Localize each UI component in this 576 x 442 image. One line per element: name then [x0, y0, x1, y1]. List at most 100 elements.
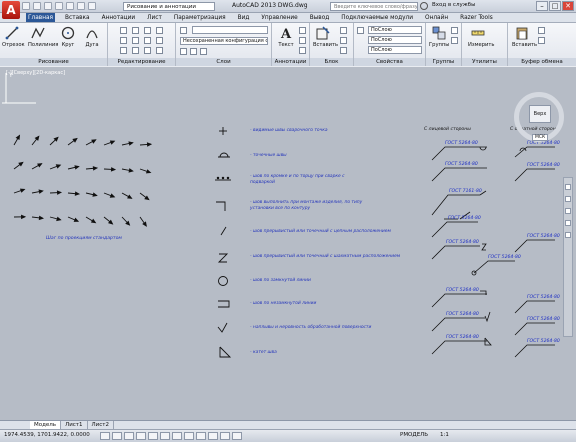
lineweight-dropdown[interactable]: ПоСлою — [368, 46, 422, 54]
tab-sheet1[interactable]: Лист1 — [61, 421, 88, 429]
sign-in-link[interactable]: Вход в службы — [432, 2, 475, 8]
zoom-icon[interactable] — [565, 208, 571, 214]
panel-modify-label[interactable]: Редактирование — [108, 58, 175, 66]
steering-wheel-icon[interactable] — [565, 184, 571, 190]
ortho-toggle[interactable] — [124, 432, 134, 440]
grid-toggle[interactable] — [112, 432, 122, 440]
application-menu-button[interactable]: A — [2, 1, 20, 19]
save-as-icon[interactable] — [55, 2, 63, 10]
dyn-toggle[interactable] — [196, 432, 206, 440]
showmotion-icon[interactable] — [565, 232, 571, 238]
pan-icon[interactable] — [565, 196, 571, 202]
scale-icon[interactable] — [132, 47, 139, 54]
panel-properties-label[interactable]: Свойства — [354, 58, 425, 66]
print-icon[interactable] — [66, 2, 74, 10]
copy-clip-icon[interactable] — [538, 37, 545, 44]
tab-sheet2[interactable]: Лист2 — [88, 421, 114, 429]
mirror-icon[interactable] — [132, 37, 139, 44]
transparency-toggle[interactable] — [220, 432, 230, 440]
groups-button[interactable]: Группы — [429, 26, 449, 48]
panel-draw-label[interactable]: Рисование — [0, 58, 107, 66]
cut-icon[interactable] — [538, 27, 545, 34]
viewcube-top-face[interactable]: Верх — [529, 105, 551, 123]
model-space-button[interactable]: РМОДЕЛЬ — [400, 432, 428, 438]
polyline-button[interactable]: Полилиния — [28, 26, 58, 48]
maximize-button[interactable]: □ — [549, 1, 561, 11]
move-icon[interactable] — [120, 27, 127, 34]
edit-block-icon[interactable] — [340, 37, 347, 44]
text-button[interactable]: A Текст — [276, 26, 296, 48]
copy-icon[interactable] — [120, 37, 127, 44]
panel-block-label[interactable]: Блок — [310, 58, 353, 66]
stretch-icon[interactable] — [120, 47, 127, 54]
ducs-toggle[interactable] — [184, 432, 194, 440]
ungroup-icon[interactable] — [451, 27, 458, 34]
tab-plugins[interactable]: Подключаемые модули — [339, 13, 415, 22]
3d-osnap-toggle[interactable] — [160, 432, 170, 440]
explode-icon[interactable] — [156, 37, 163, 44]
tab-home[interactable]: Главная — [26, 13, 56, 22]
panel-utilities-label[interactable]: Утилиты — [462, 58, 507, 66]
match-properties-icon[interactable] — [357, 27, 364, 34]
redo-icon[interactable] — [88, 2, 96, 10]
tab-output[interactable]: Вывод — [308, 13, 332, 22]
viewcube-ucs-menu[interactable]: МСК — [532, 134, 549, 141]
layer-lock-icon[interactable] — [200, 48, 207, 55]
array-icon[interactable] — [144, 47, 151, 54]
circle-button[interactable]: Круг — [58, 26, 78, 48]
open-file-icon[interactable] — [33, 2, 41, 10]
layer-on-icon[interactable] — [180, 48, 187, 55]
workspace-dropdown[interactable]: Рисование и аннотации — [123, 2, 215, 11]
tab-layout[interactable]: Лист — [145, 13, 164, 22]
snap-toggle[interactable] — [100, 432, 110, 440]
search-input[interactable]: Введите ключевое слово/фразу — [330, 2, 418, 11]
measure-button[interactable]: Измерить — [468, 26, 495, 48]
layer-freeze-icon[interactable] — [190, 48, 197, 55]
panel-annotation-label[interactable]: Аннотации — [272, 58, 309, 66]
quick-properties-toggle[interactable] — [232, 432, 242, 440]
line-button[interactable]: Отрезок — [2, 26, 25, 48]
coordinates-readout[interactable]: 1974.4539, 1701.9422, 0.0000 — [4, 432, 90, 438]
polar-toggle[interactable] — [136, 432, 146, 440]
rotate-icon[interactable] — [132, 27, 139, 34]
layer-config-dropdown[interactable]: Несохраненная конфигурация слоя — [180, 37, 268, 45]
insert-block-button[interactable]: Вставить — [313, 26, 338, 48]
linetype-dropdown[interactable]: ПоСлою — [368, 36, 422, 44]
close-button[interactable]: ✕ — [562, 1, 574, 11]
tab-model[interactable]: Модель — [30, 421, 62, 429]
minimize-button[interactable]: – — [536, 1, 548, 11]
arc-button[interactable]: Дуга — [82, 26, 102, 48]
erase-icon[interactable] — [156, 27, 163, 34]
tab-view[interactable]: Вид — [236, 13, 252, 22]
attribute-icon[interactable] — [340, 47, 347, 54]
color-dropdown[interactable]: ПоСлою — [368, 26, 422, 34]
otrack-toggle[interactable] — [172, 432, 182, 440]
new-file-icon[interactable] — [22, 2, 30, 10]
orbit-icon[interactable] — [565, 220, 571, 226]
lineweight-toggle[interactable] — [208, 432, 218, 440]
layer-state-dropdown[interactable] — [192, 26, 268, 34]
annotation-scale[interactable]: 1:1 — [440, 432, 449, 438]
tab-annotate[interactable]: Аннотации — [100, 13, 138, 22]
leader-icon[interactable] — [299, 37, 306, 44]
tab-online[interactable]: Онлайн — [423, 13, 450, 22]
paste-button[interactable]: Вставить — [512, 26, 537, 48]
drawing-canvas[interactable]: [-][Сверху][2D-каркас] Шаг по проекциям … — [0, 67, 576, 420]
dimension-icon[interactable] — [299, 27, 306, 34]
tab-razer-tools[interactable]: Razer Tools — [458, 13, 495, 22]
save-icon[interactable] — [44, 2, 52, 10]
group-edit-icon[interactable] — [451, 37, 458, 44]
panel-layers-label[interactable]: Слои — [176, 58, 271, 66]
panel-clipboard-label[interactable]: Буфер обмена — [508, 58, 576, 66]
trim-icon[interactable] — [144, 27, 151, 34]
offset-icon[interactable] — [156, 47, 163, 54]
create-block-icon[interactable] — [340, 27, 347, 34]
layer-properties-icon[interactable] — [180, 27, 187, 34]
table-icon[interactable] — [299, 47, 306, 54]
panel-groups-label[interactable]: Группы — [426, 58, 461, 66]
tab-insert[interactable]: Вставка — [63, 13, 92, 22]
fillet-icon[interactable] — [144, 37, 151, 44]
osnap-toggle[interactable] — [148, 432, 158, 440]
tab-parametric[interactable]: Параметризация — [172, 13, 228, 22]
tab-manage[interactable]: Управление — [259, 13, 299, 22]
